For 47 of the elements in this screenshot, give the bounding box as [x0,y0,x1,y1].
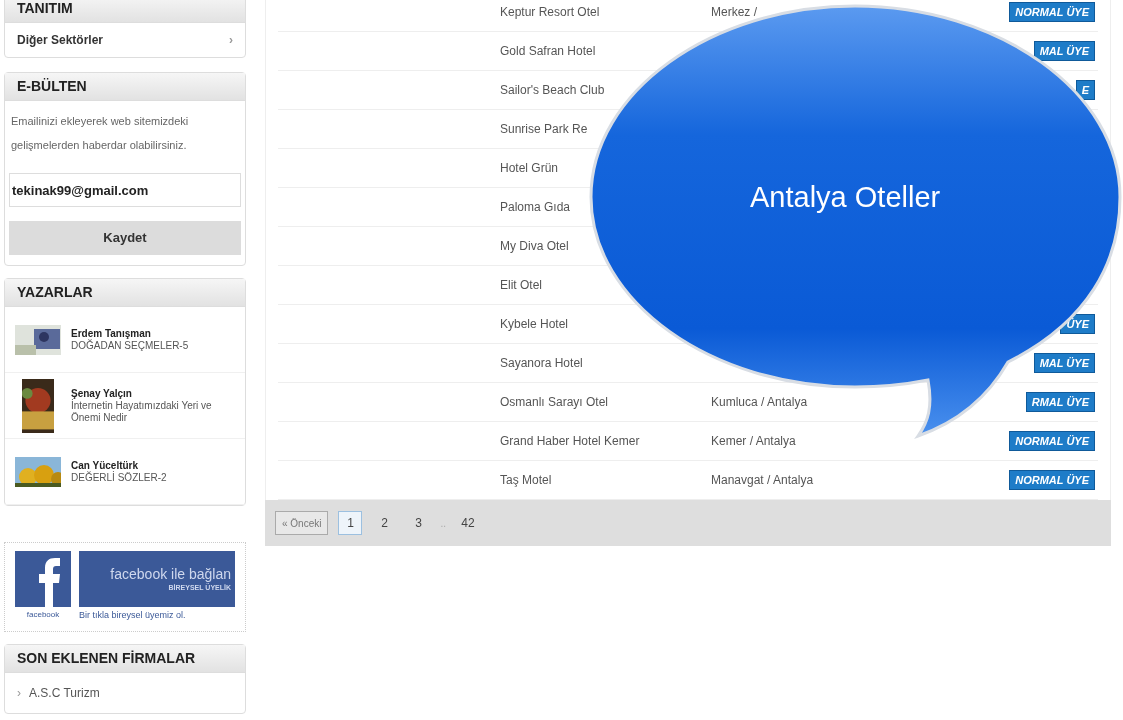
hotel-name[interactable]: Hotel Grün [500,161,559,175]
location-text: Kumluca / Antalya [711,395,808,409]
hotel-name[interactable]: Sunrise Park Re [500,122,588,136]
page-button[interactable]: 2 [372,511,397,535]
membership-badge: NORMAL ÜYE [1009,470,1095,490]
newsletter-description: Emailinizi ekleyerek web sitemizdeki gelişmelerden haberdar olabilirsiniz. [10,114,190,153]
membership-badge: RMAL ÜYE [1025,392,1095,412]
callout-text: Antalya Oteller [750,180,941,215]
hotel-name[interactable]: Taş Motel [500,473,552,487]
author-name[interactable]: Şenay Yalçın [71,387,231,400]
author-name[interactable]: Erdem Tanışman [71,327,231,340]
page-button[interactable]: 42 [456,511,481,535]
panel-header: TANITIM [5,0,245,23]
pagination-ellipsis: .. [440,516,447,531]
page-button[interactable]: 3 [406,511,431,535]
save-button[interactable]: Kaydet [9,221,241,255]
panel-header: E-BÜLTEN [5,73,245,101]
hotel-name[interactable]: Kybele Hotel [500,317,569,331]
article-link[interactable]: DOĞADAN SEÇMELER-5 [71,339,231,352]
hotel-name[interactable]: Gold Safran Hotel [500,44,596,58]
hotel-name[interactable]: Paloma Gıda [500,200,571,214]
hotel-name[interactable]: Sayanora Hotel [500,356,583,370]
membership-badge: NORMAL ÜYE [1009,2,1095,22]
membership-badge: MAL ÜYE [1033,353,1095,373]
email-field[interactable]: tekinak99@gmail.com [9,173,241,207]
hotel-name[interactable]: My Diva Otel [500,239,569,253]
company-link[interactable]: › A.S.C Turizm [5,672,245,713]
hotel-name[interactable]: Sailor's Beach Club [500,83,605,97]
author-name[interactable]: Can Yüceltürk [71,459,231,472]
hotel-name[interactable]: Keptur Resort Otel [500,5,600,19]
panel-header: YAZARLAR [5,279,245,307]
hotel-name[interactable]: Grand Haber Hotel Kemer [500,434,640,448]
hotel-name[interactable]: Elit Otel [500,278,542,292]
membership-badge: NORMAL ÜYE [1009,431,1095,451]
membership-badge: MAL ÜYE [1033,41,1095,61]
facebook-caption: Bir tıkla bireysel üyemiz ol. [79,609,187,622]
article-link[interactable]: DEĞERLİ SÖZLER-2 [71,471,231,484]
hotel-name[interactable]: Osmanlı Sarayı Otel [500,395,609,409]
sidebar-link[interactable]: Diğer Sektörler › [5,23,245,57]
location-text: Manavgat / Antalya [711,473,814,487]
logo-caption: facebook [26,609,60,621]
facebook-logo-icon[interactable] [15,551,71,607]
location-text: Merkez / [711,5,757,19]
panel-header: SON EKLENEN FİRMALAR [5,644,245,673]
article-link[interactable]: İnternetin Hayatımızdaki Yeri ve Önemi Nedir [71,399,231,424]
location-text: Kemer / Antalya [711,434,796,448]
page-button[interactable]: 1 [338,511,363,535]
